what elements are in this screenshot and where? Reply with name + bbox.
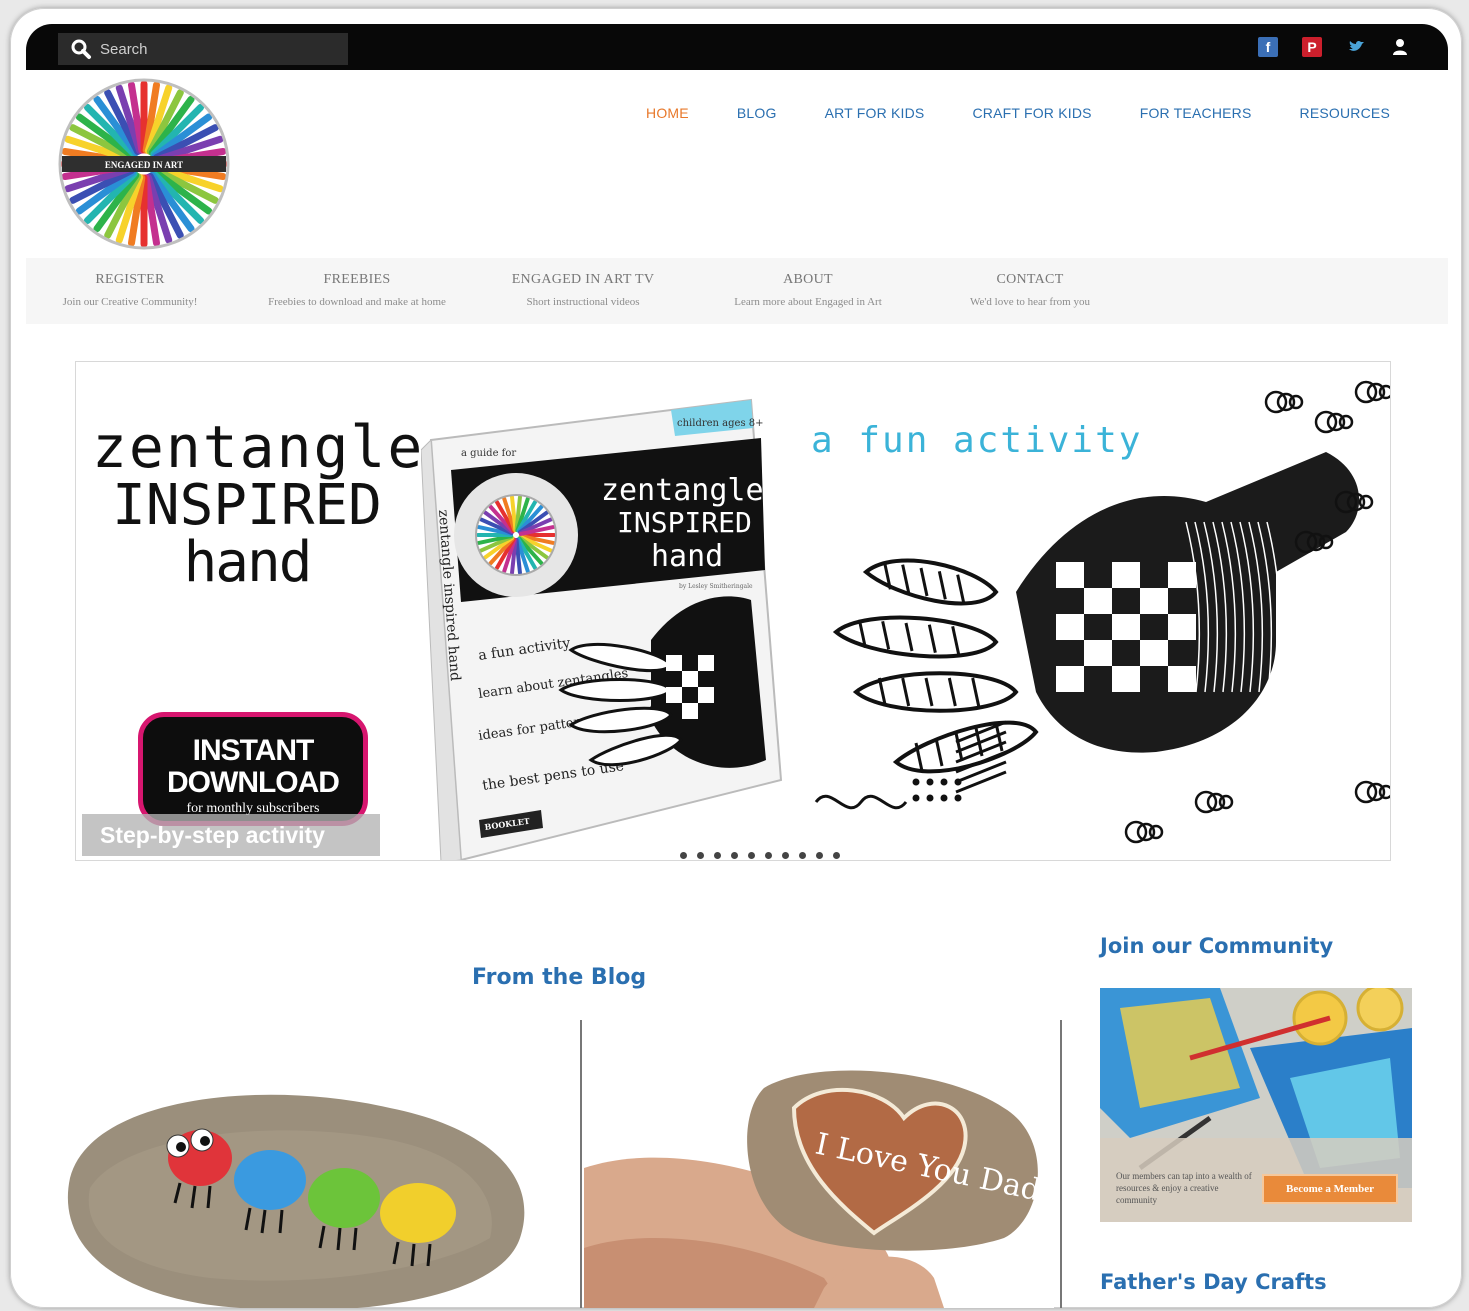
book-title-line: INSPIRED	[617, 506, 752, 539]
fathers-day-crafts-title[interactable]: Father's Day Crafts	[1100, 1270, 1327, 1294]
subnav-title: CONTACT	[996, 272, 1064, 287]
subnav-about[interactable]: ABOUT Learn more about Engaged in Art	[686, 258, 930, 324]
instant-download-badge: INSTANT DOWNLOAD for monthly subscribers	[138, 712, 368, 826]
subnav-subtitle: Learn more about Engaged in Art	[734, 296, 882, 308]
slider-dot[interactable]	[697, 852, 704, 859]
hero-title-line: zentangle	[92, 413, 425, 481]
search-input[interactable]	[100, 40, 330, 58]
subnav-engaged-in-art-tv[interactable]: ENGAGED IN ART TV Short instructional vi…	[480, 258, 686, 324]
badge-line: INSTANT	[192, 734, 315, 767]
booklet-cover: children ages 8+ a guide for zentangle I…	[421, 398, 783, 860]
book-author: by Lesley Smitheringale	[679, 583, 753, 590]
slider-dot[interactable]	[765, 852, 772, 859]
nav-craft-for-kids[interactable]: CRAFT FOR KIDS	[972, 105, 1091, 121]
hero-title: zentangle INSPIRED hand	[92, 413, 425, 596]
zentangle-hand-illustration	[814, 380, 1390, 844]
slider-dot[interactable]	[680, 852, 687, 859]
hero-title-line: hand	[183, 530, 313, 596]
nav-for-teachers[interactable]: FOR TEACHERS	[1140, 105, 1252, 121]
hero-slider[interactable]: zentangle INSPIRED hand INSTANT DOWNLOAD…	[75, 361, 1391, 861]
slider-dot[interactable]	[816, 852, 823, 859]
subnav-freebies[interactable]: FREEBIES Freebies to download and make a…	[234, 258, 480, 324]
hero-title-line: INSPIRED	[112, 473, 382, 539]
search-box[interactable]	[58, 33, 348, 65]
twitter-icon[interactable]	[1346, 37, 1366, 57]
slider-dot[interactable]	[833, 852, 840, 859]
slider-dots	[680, 852, 840, 859]
nav-blog[interactable]: BLOG	[737, 105, 777, 121]
nav-art-for-kids[interactable]: ART FOR KIDS	[825, 105, 925, 121]
site-logo[interactable]: ENGAGED IN ART	[58, 78, 230, 250]
blog-post-image-caterpillar-rock[interactable]	[60, 1068, 530, 1308]
column-divider	[580, 1020, 582, 1308]
subnav-title: FREEBIES	[323, 272, 391, 287]
subnav-subtitle: Freebies to download and make at home	[268, 296, 446, 308]
book-title-line: hand	[651, 539, 723, 574]
pinterest-icon[interactable]: P	[1302, 37, 1322, 57]
badge-line: DOWNLOAD	[167, 766, 340, 799]
column-divider	[1060, 1020, 1062, 1308]
user-icon[interactable]	[1390, 37, 1410, 57]
blog-post-image-i-love-you-dad-rock[interactable]: I Love You Dad.	[584, 1048, 1054, 1308]
search-icon	[71, 39, 91, 59]
book-age-tag: children ages 8+	[677, 418, 764, 429]
slider-dot[interactable]	[731, 852, 738, 859]
subnav-register[interactable]: REGISTER Join our Creative Community!	[26, 258, 234, 324]
social-links: f P	[1258, 37, 1410, 57]
top-bar: f P	[26, 24, 1448, 70]
subnav-title: REGISTER	[95, 272, 165, 287]
subnav-subtitle: Short instructional videos	[526, 296, 640, 308]
nav-resources[interactable]: RESOURCES	[1300, 105, 1390, 121]
slider-dot[interactable]	[748, 852, 755, 859]
nav-home[interactable]: HOME	[646, 105, 689, 121]
become-member-button[interactable]: Become a Member	[1262, 1174, 1398, 1204]
subnav-subtitle: We'd love to hear from you	[970, 296, 1090, 308]
sub-nav: REGISTER Join our Creative Community! FR…	[26, 258, 1448, 324]
main-nav: HOME BLOG ART FOR KIDS CRAFT FOR KIDS FO…	[646, 105, 1390, 121]
slide-caption: Step-by-step activity	[82, 814, 380, 856]
blog-section-title: From the Blog	[472, 965, 647, 990]
slider-dot[interactable]	[714, 852, 721, 859]
join-community-title: Join our Community	[1100, 934, 1334, 958]
slider-dot[interactable]	[782, 852, 789, 859]
join-community-text: Our members can tap into a wealth of res…	[1116, 1171, 1252, 1205]
facebook-icon[interactable]: f	[1258, 37, 1278, 57]
subnav-title: ABOUT	[783, 272, 833, 287]
slider-dot[interactable]	[799, 852, 806, 859]
subnav-title: ENGAGED IN ART TV	[511, 272, 655, 287]
book-title-line: zentangle	[601, 473, 764, 508]
subnav-subtitle: Join our Creative Community!	[62, 296, 198, 308]
book-guide-text: a guide for	[461, 448, 516, 459]
subnav-contact[interactable]: CONTACT We'd love to hear from you	[930, 258, 1130, 324]
logo-text: ENGAGED IN ART	[105, 160, 183, 170]
browser-frame: f P ENGAGED IN ART HOME BLOG ART FOR KID…	[10, 8, 1462, 1308]
